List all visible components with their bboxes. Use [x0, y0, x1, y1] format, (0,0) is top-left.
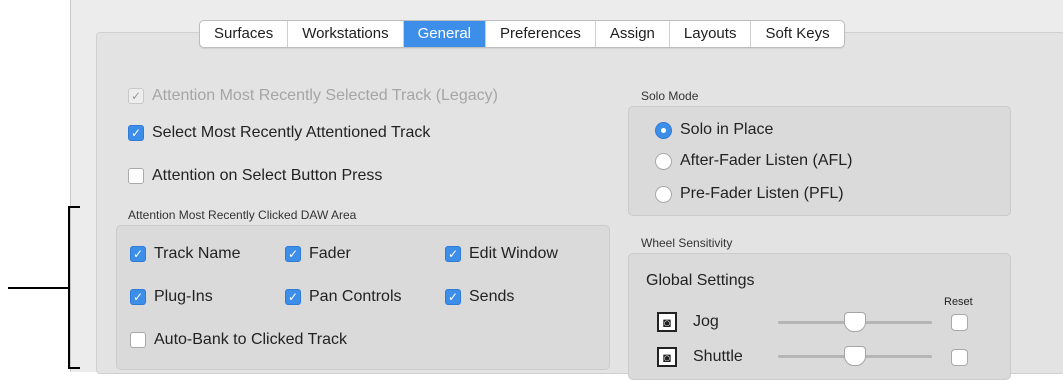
- callout-bracket-top: [68, 206, 80, 208]
- jog-slider[interactable]: [778, 312, 932, 332]
- shuttle-row: ◙ Shuttle: [657, 347, 743, 367]
- afl-radio[interactable]: [655, 152, 672, 170]
- tab-surfaces[interactable]: Surfaces: [200, 21, 289, 47]
- shuttle-reset-checkbox[interactable]: [951, 349, 968, 366]
- select-button-option[interactable]: Attention on Select Button Press: [128, 167, 382, 185]
- tab-preferences[interactable]: Preferences: [486, 21, 596, 47]
- select-button-label: Attention on Select Button Press: [152, 167, 383, 184]
- pfl-option[interactable]: Pre-Fader Listen (PFL): [655, 185, 844, 203]
- select-button-checkbox[interactable]: [128, 168, 144, 184]
- afl-label: After-Fader Listen (AFL): [680, 152, 853, 169]
- fader-option[interactable]: ✓ Fader: [285, 245, 351, 263]
- plug-ins-option[interactable]: ✓ Plug-Ins: [130, 288, 213, 306]
- shuttle-slider-thumb[interactable]: [844, 346, 866, 366]
- jog-label: Jog: [693, 313, 719, 330]
- legacy-attention-option: ✓ Attention Most Recently Selected Track…: [128, 87, 498, 105]
- tab-layouts[interactable]: Layouts: [670, 21, 752, 47]
- fader-checkbox[interactable]: ✓: [285, 246, 301, 262]
- tab-assign[interactable]: Assign: [596, 21, 670, 47]
- solo-in-place-radio[interactable]: [655, 121, 672, 139]
- pan-controls-label: Pan Controls: [309, 288, 402, 305]
- sends-option[interactable]: ✓ Sends: [445, 288, 514, 306]
- tab-bar: Surfaces Workstations General Preference…: [199, 20, 845, 48]
- plug-ins-label: Plug-Ins: [154, 288, 213, 305]
- edit-window-checkbox[interactable]: ✓: [445, 246, 461, 262]
- legacy-attention-checkbox: ✓: [128, 88, 144, 104]
- solo-in-place-label: Solo in Place: [680, 121, 774, 138]
- callout-leader-line: [8, 287, 68, 289]
- track-name-label: Track Name: [154, 245, 241, 262]
- wheel-icon: ◙: [657, 312, 677, 332]
- solo-mode-group-label: Solo Mode: [641, 89, 699, 103]
- auto-bank-checkbox[interactable]: [130, 332, 146, 348]
- tab-workstations[interactable]: Workstations: [288, 21, 404, 47]
- callout-bracket-bottom: [68, 367, 80, 369]
- pan-controls-checkbox[interactable]: ✓: [285, 289, 301, 305]
- reset-label: Reset: [944, 296, 973, 308]
- auto-bank-option[interactable]: Auto-Bank to Clicked Track: [130, 331, 347, 349]
- tab-soft-keys[interactable]: Soft Keys: [751, 21, 843, 47]
- shuttle-slider[interactable]: [778, 346, 932, 366]
- global-settings-label: Global Settings: [646, 272, 755, 289]
- plug-ins-checkbox[interactable]: ✓: [130, 289, 146, 305]
- select-recent-option[interactable]: ✓ Select Most Recently Attentioned Track: [128, 124, 430, 142]
- daw-area-group-label: Attention Most Recently Clicked DAW Area: [128, 208, 357, 222]
- afl-option[interactable]: After-Fader Listen (AFL): [655, 152, 853, 170]
- pan-controls-option[interactable]: ✓ Pan Controls: [285, 288, 402, 306]
- shuttle-label: Shuttle: [693, 348, 743, 365]
- auto-bank-label: Auto-Bank to Clicked Track: [154, 331, 347, 348]
- wheel-sensitivity-group-label: Wheel Sensitivity: [641, 236, 733, 250]
- sends-label: Sends: [469, 288, 515, 305]
- jog-slider-thumb[interactable]: [844, 312, 866, 332]
- edit-window-option[interactable]: ✓ Edit Window: [445, 245, 558, 263]
- track-name-checkbox[interactable]: ✓: [130, 246, 146, 262]
- track-name-option[interactable]: ✓ Track Name: [130, 245, 241, 263]
- pfl-radio[interactable]: [655, 185, 672, 203]
- jog-row: ◙ Jog: [657, 312, 719, 332]
- pfl-label: Pre-Fader Listen (PFL): [680, 185, 844, 202]
- legacy-attention-label: Attention Most Recently Selected Track (…: [152, 87, 498, 104]
- edit-window-label: Edit Window: [469, 245, 558, 262]
- select-recent-label: Select Most Recently Attentioned Track: [152, 124, 431, 141]
- callout-bracket: [68, 206, 70, 369]
- solo-in-place-option[interactable]: Solo in Place: [655, 121, 773, 139]
- tab-general[interactable]: General: [403, 21, 486, 47]
- fader-label: Fader: [309, 245, 351, 262]
- select-recent-checkbox[interactable]: ✓: [128, 125, 144, 141]
- wheel-icon: ◙: [657, 347, 677, 367]
- sends-checkbox[interactable]: ✓: [445, 289, 461, 305]
- jog-reset-checkbox[interactable]: [951, 314, 968, 331]
